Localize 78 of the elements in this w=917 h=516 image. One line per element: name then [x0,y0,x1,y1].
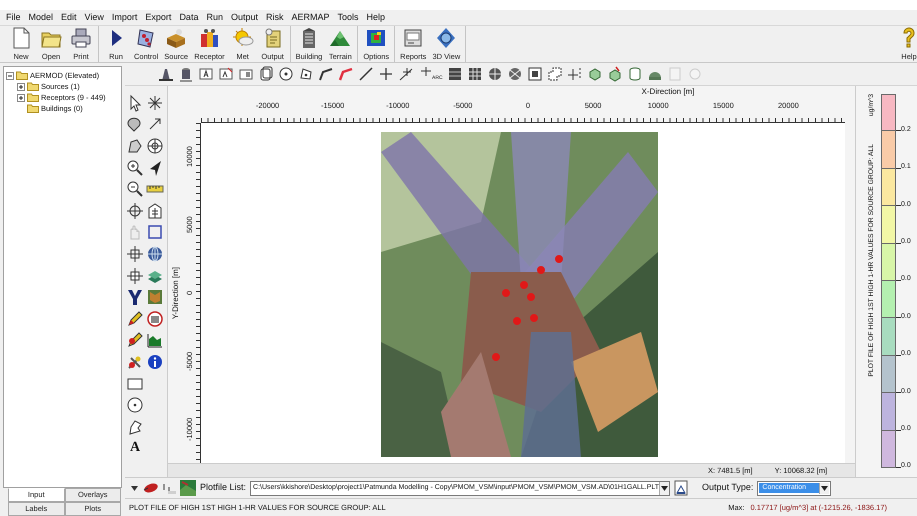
cube-icon[interactable] [606,66,623,82]
expander-icon[interactable] [17,82,25,90]
menu-item[interactable]: Tools [334,10,363,24]
select-icon[interactable] [126,136,144,155]
grid-icon[interactable] [466,66,483,82]
crosshair-icon[interactable] [126,266,144,285]
crate-icon [165,27,188,49]
expander-icon[interactable] [17,94,25,102]
shape-grid-icon[interactable] [546,66,563,82]
globe-icon [435,27,458,49]
caret-icon[interactable] [661,486,668,490]
menu-item[interactable]: Export [141,10,176,24]
zoom-in-icon[interactable] [126,158,144,177]
asterisk-icon[interactable] [146,94,164,112]
target-icon[interactable] [506,66,523,82]
menu-item[interactable]: Run [202,10,227,24]
plume-icon[interactable] [142,481,158,495]
output-type-label: Output Type: [702,481,754,494]
plotfile-label: Plotfile List: [200,481,246,494]
menu-item[interactable]: Risk [262,10,288,24]
caret-icon[interactable] [821,486,828,490]
folder-icon [16,71,28,80]
folder-icon [27,82,39,91]
menu-item[interactable]: Data [175,10,202,24]
map-icon[interactable] [146,288,164,306]
text-tool[interactable]: A [130,441,140,456]
menu-item[interactable]: Output [226,10,262,24]
circle-icon[interactable] [278,66,294,82]
line-plus-icon[interactable] [398,66,414,82]
text-label-icon[interactable] [218,66,234,82]
folder-icon [27,93,39,102]
plus-icon[interactable] [566,66,583,82]
cube-icon[interactable] [586,66,603,82]
info-icon[interactable] [146,352,164,371]
y-shape-icon[interactable] [126,288,144,306]
cylinder-icon[interactable] [626,66,643,82]
menu-item[interactable]: View [80,10,108,24]
pencil-icon[interactable] [126,331,144,350]
crosshair-icon[interactable] [126,202,144,220]
crosshair-icon[interactable] [126,244,144,263]
color-grid-icon [365,27,388,49]
folder-icon [27,104,39,113]
axis-title: X-Direction [m] [642,87,694,96]
frame-icon[interactable] [146,223,164,242]
tank-icon[interactable] [178,66,194,82]
stamp-icon[interactable] [146,310,164,328]
building-grid-icon[interactable] [146,202,164,220]
pencil-icon[interactable] [126,310,144,328]
boxes-icon [198,27,220,49]
circle-icon[interactable] [126,396,144,414]
line-icon[interactable] [358,66,374,82]
printer-icon [70,27,92,49]
globe-icon[interactable] [146,244,164,263]
dropdown-arrow-icon[interactable] [131,484,138,492]
expander-icon[interactable] [6,72,14,80]
plus-icon[interactable] [378,66,394,82]
menu-item[interactable]: File [2,10,25,24]
browse-file-icon[interactable] [674,480,688,496]
polyline-icon[interactable] [318,66,334,82]
menu-item[interactable]: Import [108,10,142,24]
chart-icon[interactable] [146,331,164,350]
polygon-icon[interactable] [298,66,314,82]
menu-item[interactable]: AERMAP [288,10,334,24]
window-icon [402,27,424,49]
compass-icon[interactable] [146,136,164,155]
copy-shape-icon[interactable] [258,66,274,82]
menu-item[interactable]: Model [24,10,58,24]
text-label-icon[interactable] [198,66,214,82]
grid-icon[interactable] [446,66,463,82]
grid-square-icon[interactable] [526,66,543,82]
menu-item[interactable]: Help [362,10,390,24]
axis-title: Y-Direction [m] [170,266,181,320]
menu-item[interactable]: Edit [57,10,81,24]
help-icon [902,27,916,49]
tower-icon[interactable] [158,66,174,82]
zoom-out-icon[interactable] [126,180,144,198]
target-icon[interactable] [486,66,503,82]
sun-cloud-icon [232,27,254,49]
